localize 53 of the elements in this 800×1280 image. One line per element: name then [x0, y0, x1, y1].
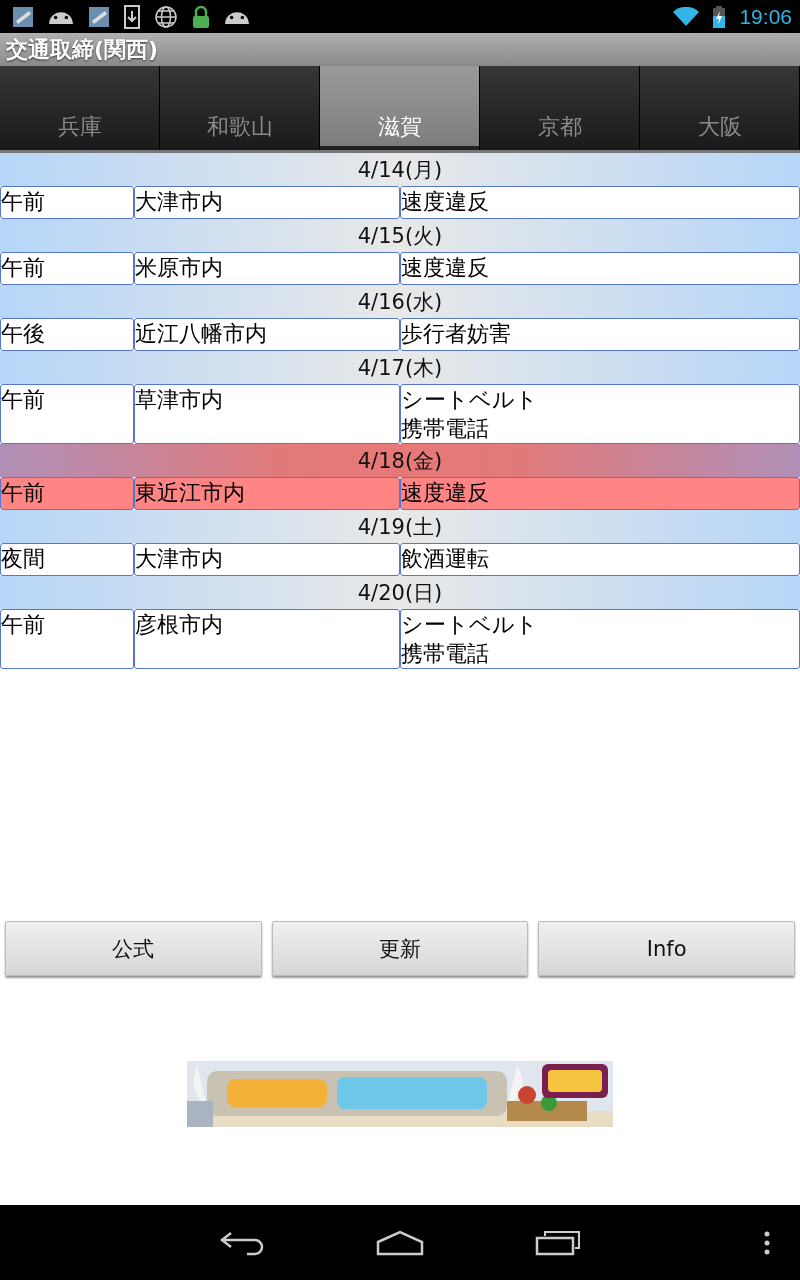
region-tab[interactable]: 京都: [480, 66, 640, 150]
region-tab[interactable]: 和歌山: [160, 66, 320, 150]
wifi-icon: [673, 6, 700, 27]
region-tab[interactable]: 兵庫: [0, 66, 160, 150]
violation-text: シートベルト: [401, 386, 539, 414]
battery-icon: [713, 5, 726, 28]
status-time: 19:06: [739, 4, 792, 29]
newspaper-icon: [12, 5, 34, 28]
android-icon: [48, 9, 74, 24]
recent-apps-icon[interactable]: [535, 1229, 581, 1256]
violation-text: 飲酒運転: [401, 545, 490, 573]
date-header: 4/15(火): [0, 219, 800, 252]
violation-text: 携帯電話: [401, 415, 490, 443]
place-cell: 草津市内: [134, 384, 400, 444]
time-cell: 午後: [0, 318, 134, 351]
action-button[interactable]: 公式: [5, 921, 262, 976]
overflow-menu-icon[interactable]: [764, 1230, 770, 1255]
place-cell: 彦根市内: [134, 609, 400, 669]
time-cell: 夜間: [0, 543, 134, 576]
violation-text: 速度違反: [401, 188, 490, 216]
app-title: 交通取締(関西): [6, 35, 159, 64]
place-cell: 大津市内: [134, 543, 400, 576]
back-icon[interactable]: [219, 1229, 265, 1256]
date-header: 4/18(金): [0, 444, 800, 477]
time-cell: 午前: [0, 609, 134, 669]
violation-text: 速度違反: [401, 479, 490, 507]
time-cell: 午前: [0, 186, 134, 219]
globe-icon: [154, 4, 178, 29]
date-header: 4/17(木): [0, 351, 800, 384]
lock-icon: [192, 4, 210, 29]
place-cell: 米原市内: [134, 252, 400, 285]
android-icon: [224, 9, 250, 24]
place-cell: 近江八幡市内: [134, 318, 400, 351]
time-cell: 午前: [0, 252, 134, 285]
home-icon[interactable]: [375, 1229, 425, 1256]
violation-text: 歩行者妨害: [401, 320, 512, 348]
newspaper-icon: [88, 5, 110, 28]
violation-text: 速度違反: [401, 254, 490, 282]
violation-text: 携帯電話: [401, 640, 490, 668]
action-button[interactable]: Info: [538, 921, 795, 976]
date-header: 4/14(月): [0, 153, 800, 186]
time-cell: 午前: [0, 477, 134, 510]
download-icon: [124, 4, 140, 29]
place-cell: 東近江市内: [134, 477, 400, 510]
region-tab[interactable]: 滋賀: [320, 66, 480, 150]
action-button[interactable]: 更新: [271, 921, 529, 976]
time-cell: 午前: [0, 384, 134, 444]
date-header: 4/20(日): [0, 576, 800, 609]
date-header: 4/19(土): [0, 510, 800, 543]
violation-text: シートベルト: [401, 611, 539, 639]
place-cell: 大津市内: [134, 186, 400, 219]
date-header: 4/16(水): [0, 285, 800, 318]
region-tab[interactable]: 大阪: [640, 66, 800, 150]
